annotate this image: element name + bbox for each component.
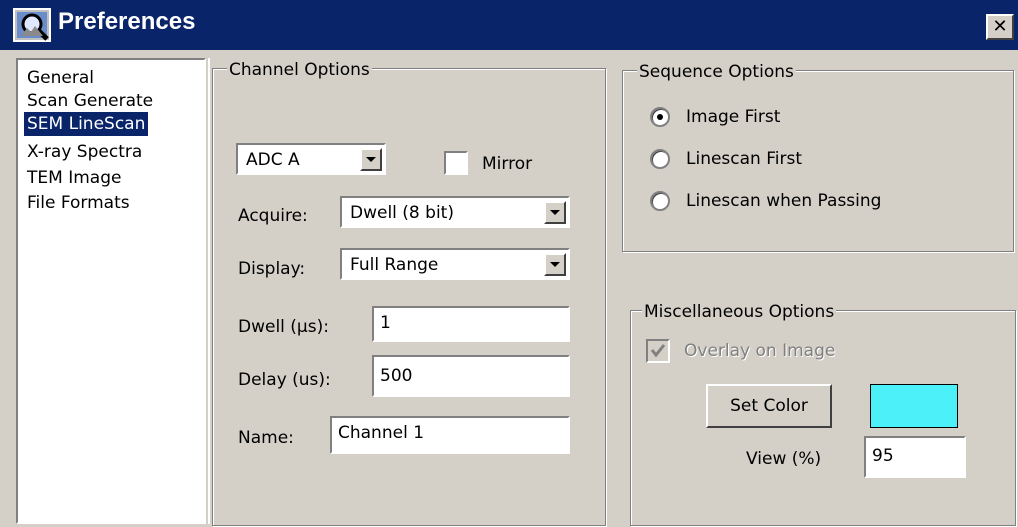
nav-item-sem-linescan[interactable]: SEM LineScan <box>24 112 149 136</box>
set-color-button[interactable]: Set Color <box>706 384 832 428</box>
misc-options-legend: Miscellaneous Options <box>642 302 837 322</box>
pane-divider <box>208 58 210 524</box>
nav-item-file-formats[interactable]: File Formats <box>24 191 133 215</box>
mirror-label: Mirror <box>482 154 533 174</box>
name-label: Name: <box>238 428 294 448</box>
color-swatch[interactable] <box>870 384 958 428</box>
channel-name-input[interactable]: Channel 1 <box>330 416 570 454</box>
display-dropdown-button[interactable] <box>544 253 566 276</box>
sequence-options-legend: Sequence Options <box>637 62 796 82</box>
mirror-checkbox[interactable] <box>444 151 468 175</box>
display-select-value: Full Range <box>350 255 439 275</box>
channel-options-legend: Channel Options <box>227 60 372 80</box>
chevron-down-icon <box>550 210 560 215</box>
radio-image-first[interactable] <box>650 107 670 127</box>
delay-input[interactable]: 500 <box>372 355 570 397</box>
adc-select-value: ADC A <box>246 150 300 170</box>
acquire-select[interactable]: Dwell (8 bit) <box>340 196 570 228</box>
acquire-dropdown-button[interactable] <box>544 201 566 224</box>
acquire-label: Acquire: <box>238 206 308 226</box>
checkmark-icon <box>650 344 666 358</box>
sequence-options-group <box>622 70 1014 252</box>
close-icon: ✕ <box>992 16 1008 37</box>
preferences-category-list[interactable]: General Scan Generate SEM LineScan X-ray… <box>16 58 206 524</box>
chevron-down-icon <box>366 157 376 162</box>
view-percent-input[interactable]: 95 <box>864 436 966 478</box>
nav-item-tem-image[interactable]: TEM Image <box>24 166 124 190</box>
adc-dropdown-button[interactable] <box>360 148 382 171</box>
dwell-input[interactable]: 1 <box>372 306 570 342</box>
view-percent-label: View (%) <box>746 449 822 469</box>
close-button[interactable]: ✕ <box>986 14 1014 40</box>
delay-label: Delay (us): <box>238 370 331 390</box>
channel-options-group <box>212 68 606 526</box>
preferences-app-icon <box>13 8 53 44</box>
radio-linescan-first[interactable] <box>650 149 670 169</box>
nav-item-scan-generate[interactable]: Scan Generate <box>24 89 156 113</box>
window-title: Preferences <box>58 8 196 35</box>
chevron-down-icon <box>550 262 560 267</box>
overlay-checkbox[interactable] <box>646 339 670 363</box>
display-select[interactable]: Full Range <box>340 248 570 280</box>
display-label: Display: <box>238 259 306 279</box>
adc-select[interactable]: ADC A <box>236 143 386 175</box>
linescan-first-label[interactable]: Linescan First <box>686 149 802 169</box>
dwell-label: Dwell (µs): <box>238 317 329 337</box>
nav-item-general[interactable]: General <box>24 66 97 90</box>
radio-selected-dot <box>657 114 663 120</box>
nav-item-xray-spectra[interactable]: X-ray Spectra <box>24 140 145 164</box>
linescan-when-passing-label[interactable]: Linescan when Passing <box>686 191 881 211</box>
image-first-label[interactable]: Image First <box>686 107 780 127</box>
radio-linescan-when-passing[interactable] <box>650 191 670 211</box>
overlay-label: Overlay on Image <box>684 341 836 361</box>
acquire-select-value: Dwell (8 bit) <box>350 203 454 223</box>
